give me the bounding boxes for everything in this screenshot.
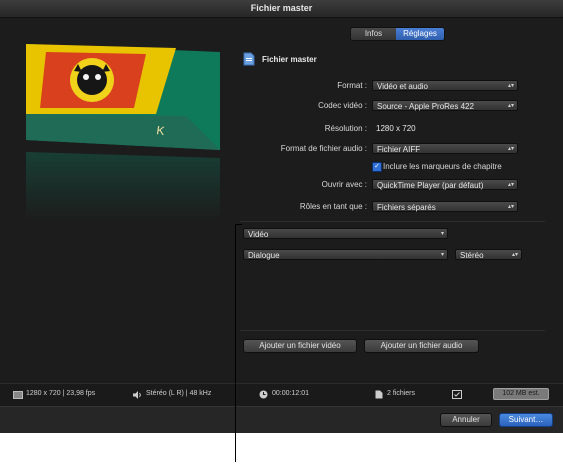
updown-icon: ▴▾ xyxy=(507,146,514,152)
format-label: Format : xyxy=(337,81,367,90)
open-with-label: Ouvrir avec : xyxy=(321,180,367,189)
document-icon xyxy=(243,52,255,66)
video-role-popup[interactable]: Vidéo ▾ xyxy=(243,228,448,239)
audio-role-popup[interactable]: Dialogue ▾ xyxy=(243,249,448,260)
callout-line xyxy=(235,224,236,462)
channel-value: Stéréo xyxy=(460,251,484,260)
codec-label: Codec vidéo : xyxy=(318,101,367,110)
roles-label: Rôles en tant que : xyxy=(299,202,367,211)
resolution-value: 1280 x 720 xyxy=(376,124,416,133)
preview-thumbnail: K xyxy=(26,44,220,150)
tab-infos[interactable]: Infos xyxy=(351,28,396,40)
resolution-label: Résolution : xyxy=(324,124,367,133)
codec-value: Source - Apple ProRes 422 xyxy=(377,102,474,111)
chevron-down-icon: ▾ xyxy=(440,231,444,237)
video-role-value: Vidéo xyxy=(248,230,269,239)
chapter-markers-checkbox[interactable]: ✓ xyxy=(372,162,382,172)
roles-popup[interactable]: Fichiers séparés ▴▾ xyxy=(372,201,518,212)
updown-icon: ▴▾ xyxy=(507,182,514,188)
add-audio-file-button[interactable]: Ajouter un fichier audio xyxy=(364,339,479,353)
callout-tick xyxy=(235,224,242,225)
speaker-icon xyxy=(133,391,141,399)
updown-icon: ▴▾ xyxy=(511,252,518,258)
updown-icon: ▴▾ xyxy=(507,103,514,109)
audio-format-popup[interactable]: Fichier AIFF ▴▾ xyxy=(372,143,518,154)
audio-format-label: Format de fichier audio : xyxy=(280,144,367,153)
window-title: Fichier master xyxy=(250,3,313,13)
file-count: 2 fichiers xyxy=(387,390,416,397)
channel-popup[interactable]: Stéréo ▴▾ xyxy=(455,249,522,260)
format-value: Vidéo et audio xyxy=(377,82,429,91)
clock-icon xyxy=(259,390,268,399)
divider xyxy=(240,330,545,331)
codec-popup[interactable]: Source - Apple ProRes 422 ▴▾ xyxy=(372,100,518,111)
roles-value: Fichiers séparés xyxy=(377,203,436,212)
duration: 00:00:12:01 xyxy=(272,390,309,397)
next-button[interactable]: Suivant… xyxy=(499,413,553,427)
preview-reflection xyxy=(26,152,220,222)
open-with-popup[interactable]: QuickTime Player (par défaut) ▴▾ xyxy=(372,179,518,190)
chevron-down-icon: ▾ xyxy=(440,252,444,258)
share-window: Fichier master Infos Réglages K Fichier … xyxy=(0,0,563,433)
file-icon xyxy=(375,390,383,399)
checklist-icon xyxy=(452,390,462,399)
updown-icon: ▴▾ xyxy=(507,204,514,210)
updown-icon: ▴▾ xyxy=(507,83,514,89)
title-bar: Fichier master xyxy=(0,0,563,18)
video-icon xyxy=(13,391,23,399)
chapter-markers-label: Inclure les marqueurs de chapitre xyxy=(383,162,502,171)
open-with-value: QuickTime Player (par défaut) xyxy=(377,181,484,190)
format-popup[interactable]: Vidéo et audio ▴▾ xyxy=(372,80,518,91)
add-video-file-button[interactable]: Ajouter un fichier vidéo xyxy=(243,339,357,353)
tab-settings[interactable]: Réglages xyxy=(396,28,444,40)
tab-switcher: Infos Réglages xyxy=(350,27,445,41)
size-estimate-badge: 102 MB est. xyxy=(493,388,549,400)
cancel-button[interactable]: Annuler xyxy=(440,413,492,427)
audio-format-value: Fichier AIFF xyxy=(377,145,421,154)
divider xyxy=(240,221,545,222)
audio-info: Stéréo (L R) | 48 kHz xyxy=(146,390,212,397)
audio-role-value: Dialogue xyxy=(248,251,280,260)
header-title: Fichier master xyxy=(262,55,317,64)
video-info: 1280 x 720 | 23,98 fps xyxy=(26,390,96,397)
